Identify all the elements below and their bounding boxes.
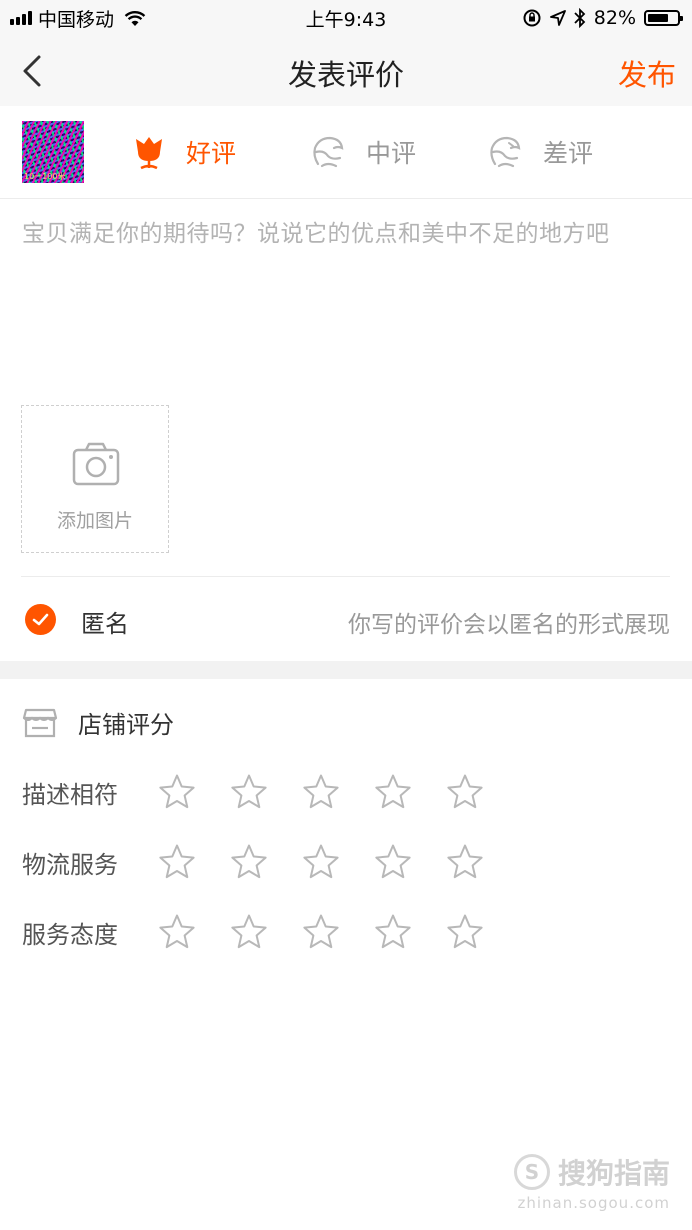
section-divider bbox=[0, 661, 692, 679]
sad-face-icon bbox=[490, 136, 521, 168]
score-label: 描述相符 bbox=[22, 780, 118, 809]
battery-fill bbox=[648, 14, 668, 22]
watermark: S 搜狗指南 zhinan.sogou.com bbox=[513, 1152, 670, 1212]
shop-icon bbox=[22, 708, 58, 738]
watermark-url: zhinan.sogou.com bbox=[517, 1194, 670, 1212]
product-thumbnail: 10一100米 bbox=[22, 121, 84, 183]
add-photo-button[interactable]: 添加图片 bbox=[21, 405, 169, 553]
star-rating bbox=[158, 913, 484, 951]
watermark-text: 搜狗指南 bbox=[557, 1157, 670, 1190]
page-title: 发表评价 bbox=[287, 58, 404, 92]
star-icon[interactable] bbox=[374, 913, 412, 951]
star-icon[interactable] bbox=[230, 843, 268, 881]
star-icon[interactable] bbox=[158, 773, 196, 811]
status-bar: 中国移动 上午9:43 82% bbox=[0, 0, 692, 36]
battery-icon bbox=[644, 10, 683, 26]
shop-rating-header: 店铺评分 bbox=[22, 700, 174, 744]
neutral-face-icon bbox=[313, 136, 344, 168]
star-icon[interactable] bbox=[158, 843, 196, 881]
score-label: 服务态度 bbox=[22, 920, 118, 949]
location-icon bbox=[549, 10, 566, 26]
star-icon[interactable] bbox=[302, 913, 340, 951]
star-rating bbox=[158, 773, 484, 811]
star-icon[interactable] bbox=[446, 843, 484, 881]
star-icon[interactable] bbox=[374, 773, 412, 811]
flower-icon bbox=[136, 137, 162, 170]
rating-option-label: 好评 bbox=[186, 139, 237, 168]
review-placeholder: 宝贝满足你的期待吗？说说它的优点和美中不足的地方吧 bbox=[22, 221, 610, 247]
star-icon[interactable] bbox=[230, 913, 268, 951]
anonymous-hint: 你写的评价会以匿名的形式展现 bbox=[348, 612, 670, 638]
star-icon[interactable] bbox=[446, 773, 484, 811]
star-rating bbox=[158, 843, 484, 881]
add-photo-label: 添加图片 bbox=[56, 510, 133, 532]
star-icon[interactable] bbox=[302, 773, 340, 811]
rating-option-bad[interactable]: 差评 bbox=[487, 132, 593, 172]
thumbnail-caption: 10一100米 bbox=[24, 172, 66, 181]
battery-percent: 82% bbox=[593, 7, 636, 29]
rating-option-label: 中评 bbox=[366, 139, 417, 168]
score-row-service: 服务态度 bbox=[22, 910, 484, 954]
watermark-logo: S bbox=[513, 1154, 550, 1190]
check-icon bbox=[32, 613, 49, 626]
shop-rating-title: 店铺评分 bbox=[78, 710, 174, 739]
review-textarea[interactable]: 宝贝满足你的期待吗？说说它的优点和美中不足的地方吧 bbox=[22, 214, 670, 384]
score-row-logistics: 物流服务 bbox=[22, 840, 484, 884]
publish-button[interactable]: 发布 bbox=[618, 52, 676, 94]
star-icon[interactable] bbox=[230, 773, 268, 811]
rating-option-neutral[interactable]: 中评 bbox=[310, 132, 416, 172]
bluetooth-icon bbox=[574, 8, 586, 28]
score-label: 物流服务 bbox=[22, 850, 118, 879]
rotation-lock-icon bbox=[523, 9, 541, 27]
star-icon[interactable] bbox=[374, 843, 412, 881]
star-icon[interactable] bbox=[302, 843, 340, 881]
status-right: 82% bbox=[522, 6, 683, 30]
rating-type-row: 10一100米 好评 中评 差评 bbox=[0, 106, 692, 199]
rating-option-good[interactable]: 好评 bbox=[132, 132, 236, 172]
anonymous-checkbox[interactable] bbox=[25, 604, 56, 635]
anonymous-label: 匿名 bbox=[81, 610, 129, 638]
star-icon[interactable] bbox=[446, 913, 484, 951]
star-icon[interactable] bbox=[158, 913, 196, 951]
anonymous-row: 匿名 你写的评价会以匿名的形式展现 bbox=[21, 576, 670, 661]
nav-bar: 发表评价 发布 bbox=[0, 36, 692, 106]
score-row-description: 描述相符 bbox=[22, 770, 484, 814]
rating-option-label: 差评 bbox=[543, 139, 594, 168]
camera-icon bbox=[72, 442, 120, 486]
